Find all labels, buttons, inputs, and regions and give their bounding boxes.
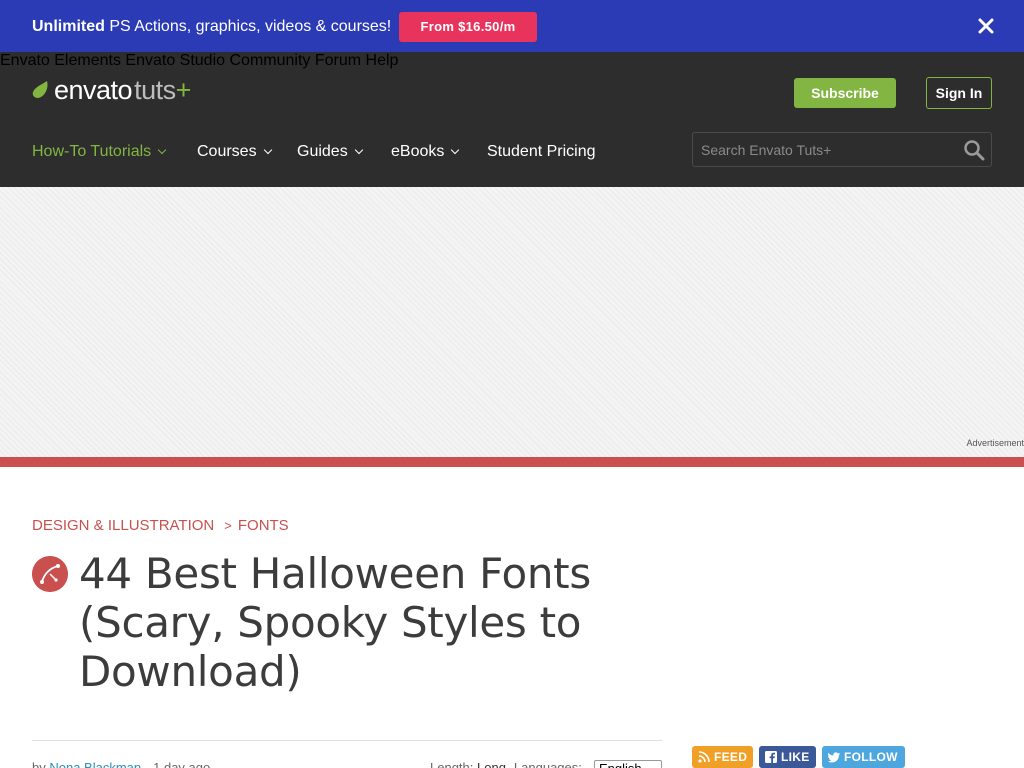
byline: by Nona Blackman 1 day ago xyxy=(32,760,210,768)
site-logo[interactable]: envato tuts + xyxy=(32,74,191,106)
divider xyxy=(32,740,662,741)
nav-how-to-tutorials[interactable]: How-To Tutorials xyxy=(32,143,167,161)
topnav-community[interactable]: Community xyxy=(229,52,310,69)
topnav-envato-elements[interactable]: Envato Elements xyxy=(0,52,121,69)
nav-label: eBooks xyxy=(391,143,445,160)
search-box xyxy=(692,132,992,167)
follow-label: FOLLOW xyxy=(844,750,898,764)
promo-bold: Unlimited xyxy=(32,18,105,35)
rss-icon xyxy=(698,751,710,763)
breadcrumb-design-illustration[interactable]: DESIGN & ILLUSTRATION xyxy=(32,517,214,534)
language-label: Languages: xyxy=(513,760,582,768)
topnav-help[interactable]: Help xyxy=(366,52,399,69)
site-header: envato tuts + Envato Elements Envato Studi… xyxy=(0,52,1024,187)
twitter-follow-button[interactable]: FOLLOW xyxy=(822,746,905,768)
leaf-icon xyxy=(32,81,48,98)
breadcrumb: DESIGN & ILLUSTRATION > FONTS xyxy=(32,517,289,534)
chevron-down-icon xyxy=(451,145,460,155)
feed-label: FEED xyxy=(714,750,748,764)
chevron-down-icon xyxy=(157,145,167,155)
breadcrumb-separator: > xyxy=(224,518,232,533)
search-input[interactable] xyxy=(693,133,953,166)
twitter-icon xyxy=(828,752,840,763)
length-value: Long xyxy=(477,760,506,768)
nav-label: Courses xyxy=(197,143,257,160)
length-label: Length: xyxy=(430,760,477,768)
nav-label: Guides xyxy=(297,143,348,160)
like-label: LIKE xyxy=(781,750,810,764)
nav-label: Student Pricing xyxy=(487,143,596,160)
topnav-forum[interactable]: Forum xyxy=(315,52,361,69)
nav-courses[interactable]: Courses xyxy=(197,143,272,161)
post-time: 1 day ago xyxy=(153,760,211,768)
author-link[interactable]: Nona Blackman xyxy=(49,760,141,768)
pen-tool-icon xyxy=(32,556,68,592)
promo-banner: Unlimited PS Actions, graphics, videos &… xyxy=(0,0,1024,52)
top-nav: Envato Elements Envato Studio Community … xyxy=(0,52,1024,70)
feed-button[interactable]: FEED xyxy=(692,746,753,768)
promo-message: PS Actions, graphics, videos & courses! xyxy=(104,18,392,35)
breadcrumb-fonts[interactable]: FONTS xyxy=(238,517,289,534)
close-icon[interactable] xyxy=(976,16,996,36)
logo-brand: envato xyxy=(54,74,133,105)
chevron-down-icon xyxy=(354,145,363,155)
sign-in-button[interactable]: Sign In xyxy=(926,77,992,109)
logo-product: tuts xyxy=(134,74,176,105)
nav-label: How-To Tutorials xyxy=(32,143,152,160)
facebook-icon xyxy=(765,751,777,763)
promo-text: Unlimited PS Actions, graphics, videos &… xyxy=(32,17,391,37)
nav-student-pricing[interactable]: Student Pricing xyxy=(487,143,596,161)
chevron-down-icon xyxy=(263,145,272,155)
search-icon[interactable] xyxy=(963,139,985,161)
promo-cta-button[interactable]: From $16.50/m xyxy=(399,12,537,42)
nav-guides[interactable]: Guides xyxy=(297,143,363,161)
byline-prefix: by xyxy=(32,760,50,768)
topnav-envato-studio[interactable]: Envato Studio xyxy=(125,52,225,69)
advertisement-area[interactable]: Advertisement xyxy=(0,187,1024,457)
nav-ebooks[interactable]: eBooks xyxy=(391,143,460,161)
facebook-like-button[interactable]: LIKE xyxy=(759,746,816,768)
article-meta: Length: Long Languages: xyxy=(430,760,582,768)
subscribe-button[interactable]: Subscribe xyxy=(794,78,896,108)
logo-plus: + xyxy=(175,74,192,105)
page-title: 44 Best Halloween Fonts (Scary, Spooky S… xyxy=(79,549,591,696)
language-select[interactable]: English xyxy=(594,760,662,768)
category-color-bar xyxy=(0,457,1024,467)
advertisement-label: Advertisement xyxy=(966,438,1024,448)
